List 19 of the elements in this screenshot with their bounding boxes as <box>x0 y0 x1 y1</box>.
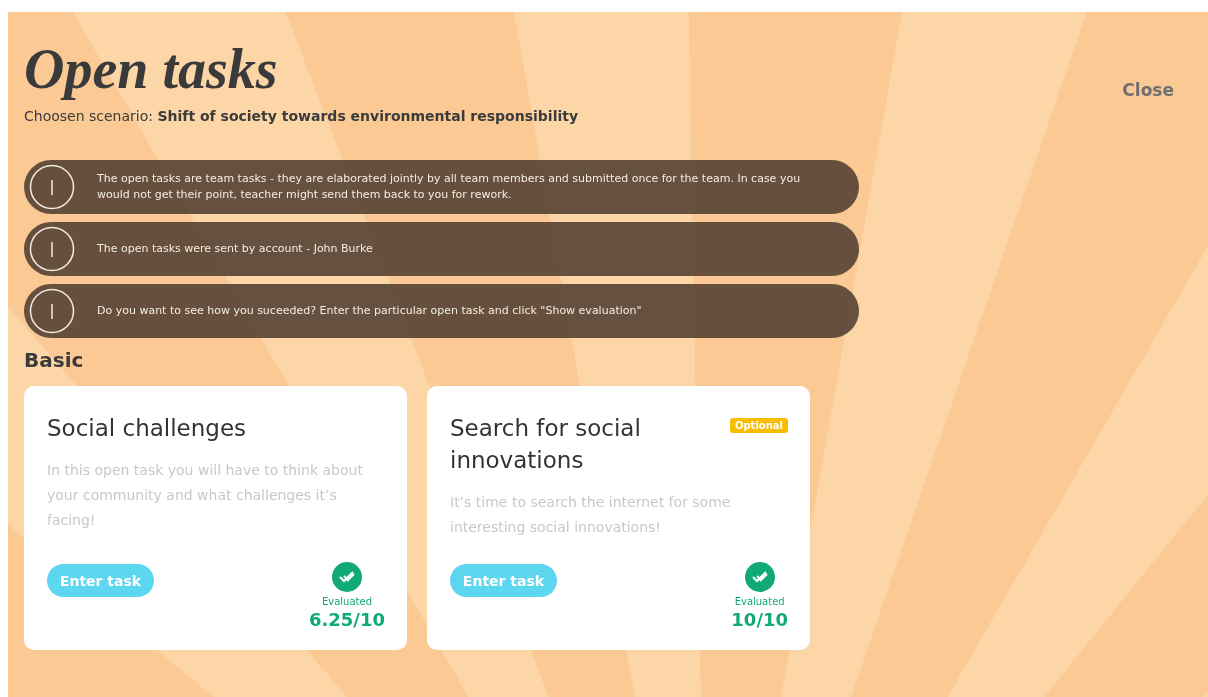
task-title: Search for social innovations <box>450 414 642 475</box>
score-value: 10/10 <box>731 609 788 630</box>
enter-task-button[interactable]: Enter task <box>47 564 154 597</box>
enter-task-button[interactable]: Enter task <box>450 564 557 597</box>
info-text: Do you want to see how you suceeded? Enter the particular open task and click "Show evaluation" <box>97 303 642 319</box>
close-button[interactable]: Close <box>1122 80 1174 100</box>
task-title: Social challenges <box>47 414 247 443</box>
scenario-text: Choosen scenario: Shift of society towards environmental responsibility <box>24 108 579 124</box>
info-text: The open tasks were sent by account - John Burke <box>97 241 373 257</box>
status-label: Evaluated <box>321 596 372 607</box>
score-value: 6.25/10 <box>308 609 385 630</box>
status-label: Evaluated <box>734 596 785 607</box>
page-title: Open tasks <box>24 37 279 102</box>
info-text: The open tasks are team tasks - they are elaborated jointly by all team members and submitted once for the team. In case you would not get their point, teacher might send them back to you for rework. <box>97 171 802 203</box>
info-icon <box>29 288 75 334</box>
section-heading: Basic <box>24 348 85 372</box>
info-icon <box>29 226 75 272</box>
optional-badge: Optional <box>729 418 788 433</box>
info-icon <box>29 164 75 210</box>
